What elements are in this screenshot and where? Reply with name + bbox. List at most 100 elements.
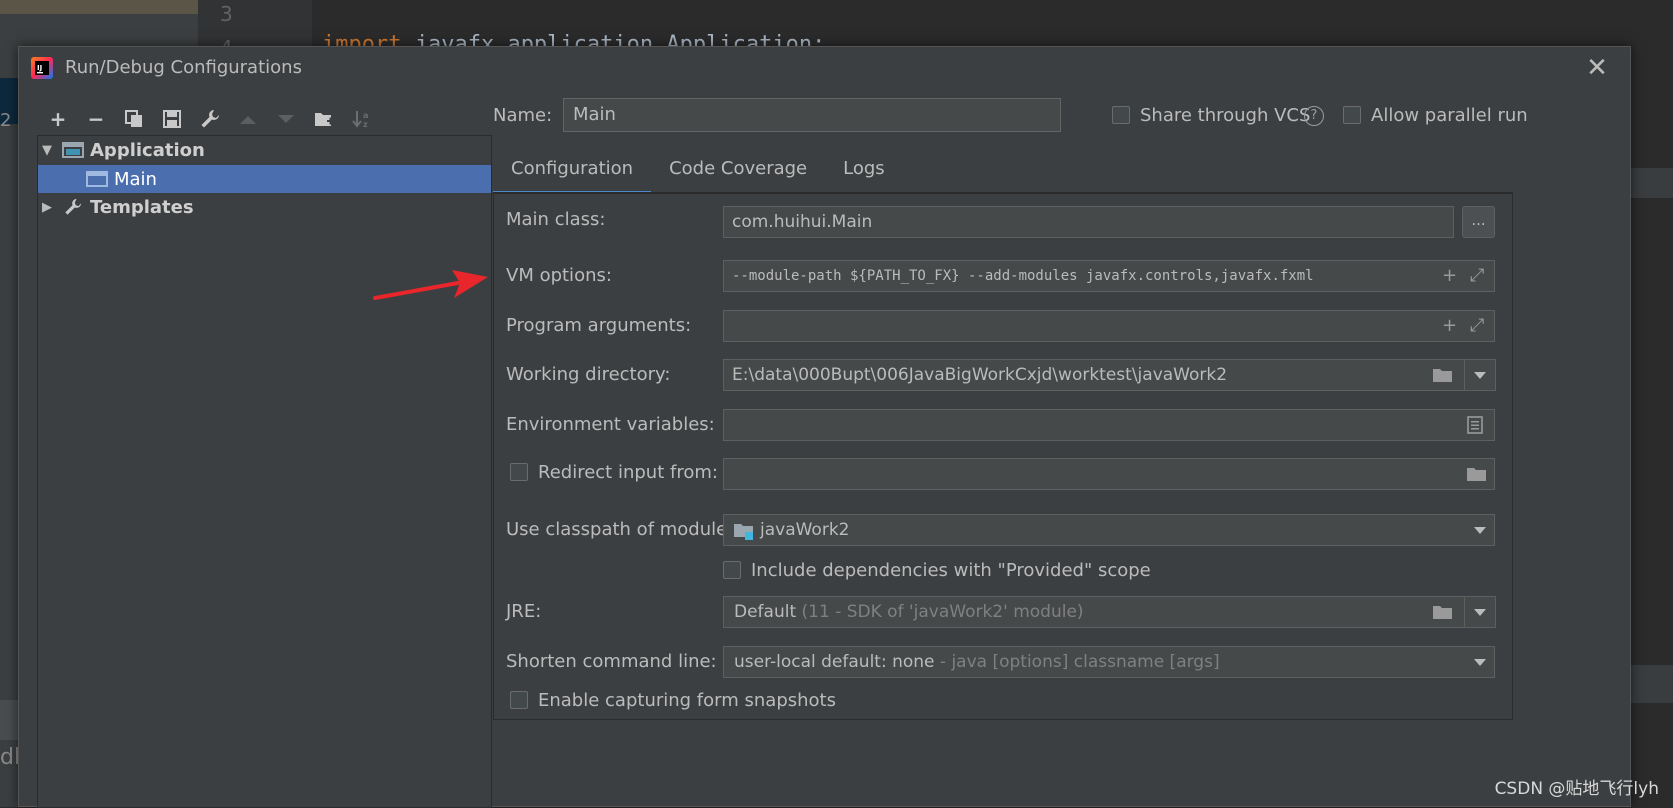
share-vcs-checkbox[interactable] (1112, 106, 1130, 124)
arrow-down-icon (278, 115, 294, 123)
line-number: 3 (220, 2, 233, 26)
redirect-input-checkbox[interactable] (510, 463, 528, 481)
allow-parallel-label[interactable]: Allow parallel run (1371, 105, 1528, 126)
classpath-module-label: Use classpath of module: (506, 519, 734, 540)
tab-logs[interactable]: Logs (825, 151, 903, 191)
help-icon[interactable]: ? (1304, 106, 1324, 126)
plus-icon[interactable]: + (1442, 265, 1457, 286)
wrench-icon (201, 110, 219, 128)
expand-right-icon[interactable]: ▶ (42, 200, 54, 215)
redirect-input-label[interactable]: Redirect input from: (538, 462, 718, 483)
add-button[interactable]: + (39, 103, 77, 135)
editor-highlight-band (1630, 665, 1673, 703)
environment-variables-input[interactable] (723, 409, 1495, 441)
document-icon[interactable] (1467, 416, 1483, 434)
dialog-title: Run/Debug Configurations (65, 57, 302, 78)
run-debug-configurations-dialog: IJ Run/Debug Configurations ✕ + − az ▼ A… (18, 46, 1631, 808)
watermark: CSDN @贴地飞行lyh (1494, 779, 1659, 799)
jre-label: JRE: (506, 601, 542, 622)
intellij-logo-icon: IJ (31, 57, 53, 79)
program-arguments-label: Program arguments: (506, 315, 692, 336)
environment-variables-label: Environment variables: (506, 414, 715, 435)
working-directory-dropdown[interactable] (1464, 359, 1496, 391)
include-provided-label[interactable]: Include dependencies with "Provided" sco… (751, 560, 1151, 581)
working-directory-label: Working directory: (506, 364, 671, 385)
working-directory-input[interactable]: E:\data\000Bupt\006JavaBigWorkCxjd\workt… (723, 359, 1465, 391)
svg-text:a: a (363, 111, 368, 120)
vm-options-text: --module-path ${PATH_TO_FX} --add-module… (732, 268, 1314, 284)
plus-icon: + (49, 107, 67, 131)
tab-code-coverage[interactable]: Code Coverage (651, 151, 825, 191)
tree-item-label: Main (114, 168, 157, 190)
include-provided-checkbox[interactable] (723, 561, 741, 579)
main-class-input[interactable]: com.huihui.Main (723, 206, 1454, 238)
svg-text:z: z (363, 120, 368, 129)
close-icon[interactable]: ✕ (1582, 53, 1612, 83)
tab-configuration[interactable]: Configuration (493, 151, 652, 195)
main-class-label: Main class: (506, 209, 606, 230)
shorten-detail: - java [options] classname [args] (934, 652, 1220, 672)
svg-text:IJ: IJ (37, 64, 42, 72)
jre-detail: (11 - SDK of 'javaWork2' module) (796, 602, 1084, 622)
copy-button[interactable] (115, 103, 153, 135)
plus-icon[interactable]: + (1442, 315, 1457, 336)
shorten-command-line-select[interactable]: user-local default: none - java [options… (723, 646, 1495, 678)
application-icon (62, 142, 84, 158)
jre-value: Default (734, 602, 797, 622)
form-snapshots-checkbox[interactable] (510, 691, 528, 709)
new-folder-button[interactable] (305, 103, 343, 135)
tree-item-templates[interactable]: ▶ Templates (38, 193, 491, 221)
arrow-up-icon (240, 116, 256, 124)
classpath-module-value: javaWork2 (760, 520, 850, 540)
move-up-button[interactable] (229, 103, 267, 135)
sort-az-icon: az (352, 111, 368, 129)
wrench-icon (65, 198, 82, 215)
move-down-button[interactable] (267, 103, 305, 135)
browse-main-class-button[interactable]: ... (1462, 206, 1495, 238)
jre-dropdown[interactable] (1464, 596, 1496, 628)
annotation-arrow-icon (373, 270, 488, 300)
folder-icon[interactable] (1466, 465, 1488, 483)
form-snapshots-label[interactable]: Enable capturing form snapshots (538, 690, 836, 711)
dialog-title-bar[interactable]: IJ Run/Debug Configurations ✕ (19, 47, 1630, 91)
name-input[interactable]: Main (563, 98, 1061, 132)
config-tabs: Configuration Code Coverage Logs (493, 151, 903, 195)
minus-icon: − (87, 107, 105, 131)
share-vcs-label[interactable]: Share through VCS (1140, 105, 1310, 126)
classpath-module-select[interactable]: javaWork2 (723, 514, 1495, 546)
chevron-down-icon[interactable] (1474, 527, 1486, 534)
save-icon (163, 110, 181, 128)
jre-input[interactable]: Default (11 - SDK of 'javaWork2' module) (723, 596, 1465, 628)
shorten-value: user-local default: none (734, 652, 935, 672)
chevron-down-icon (1474, 609, 1486, 616)
configurations-toolbar: + − az (39, 103, 381, 135)
vm-options-input[interactable]: --module-path ${PATH_TO_FX} --add-module… (723, 260, 1495, 292)
save-button[interactable] (153, 103, 191, 135)
expand-down-icon[interactable]: ▼ (42, 143, 54, 158)
folder-icon[interactable] (1432, 603, 1454, 621)
expand-icon[interactable]: ⤢ (1470, 265, 1484, 286)
folder-add-icon (315, 113, 334, 126)
allow-parallel-checkbox[interactable] (1343, 106, 1361, 124)
chevron-down-icon (1474, 372, 1486, 379)
line-number: 2 (0, 110, 12, 131)
ide-bottom-panel (0, 700, 20, 740)
configuration-panel: Main class: com.huihui.Main ... VM optio… (493, 193, 1513, 720)
shorten-command-line-label: Shorten command line: (506, 651, 717, 672)
redirect-input-field[interactable] (723, 458, 1495, 490)
editor-highlight-band (1630, 168, 1673, 198)
tree-item-application[interactable]: ▼ Application (38, 136, 491, 164)
edit-defaults-button[interactable] (191, 103, 229, 135)
remove-button[interactable]: − (77, 103, 115, 135)
vm-options-label: VM options: (506, 265, 612, 286)
name-label: Name: (493, 105, 553, 126)
folder-icon[interactable] (1432, 366, 1454, 384)
chevron-down-icon[interactable] (1474, 659, 1486, 666)
application-config-icon (86, 171, 108, 187)
expand-icon[interactable]: ⤢ (1470, 315, 1484, 336)
sort-button[interactable]: az (343, 103, 381, 135)
copy-icon (125, 110, 142, 127)
tree-item-main[interactable]: Main (38, 165, 491, 193)
tree-item-label: Application (90, 139, 205, 161)
program-arguments-input[interactable] (723, 310, 1495, 342)
